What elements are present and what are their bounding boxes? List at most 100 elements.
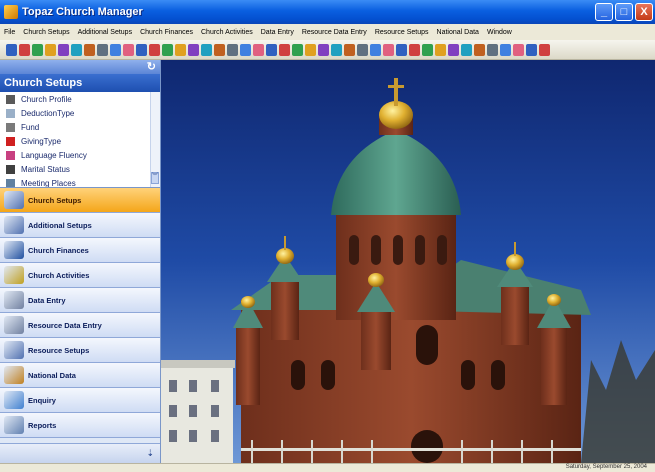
nav-button-label: Reports [28, 420, 57, 430]
toolbar [0, 40, 655, 60]
toolbar-button-icon[interactable] [370, 43, 381, 56]
national-data-icon [4, 366, 24, 384]
toolbar-button-icon[interactable] [136, 43, 147, 56]
app-icon [4, 5, 18, 19]
toolbar-button-icon[interactable] [474, 43, 485, 56]
toolbar-button-icon[interactable] [292, 43, 303, 56]
toolbar-button-icon[interactable] [513, 43, 524, 56]
nav-button-label: Enquiry [28, 395, 56, 405]
menu-item-data-entry[interactable]: Data Entry [257, 29, 298, 36]
nav-national-data-button[interactable]: National Data [0, 363, 160, 388]
setup-list-item[interactable]: DeductionType [0, 106, 160, 120]
refresh-icon[interactable]: ↻ [147, 60, 156, 73]
nav-button-label: Additional Setups [28, 220, 92, 230]
nav-church-finances-button[interactable]: Church Finances [0, 238, 160, 263]
menu-item-additional-setups[interactable]: Additional Setups [74, 29, 136, 36]
toolbar-button-icon[interactable] [240, 43, 251, 56]
setup-list-item[interactable]: Church Profile [0, 92, 160, 106]
setup-list-item[interactable]: Meeting Places [0, 176, 160, 187]
toolbar-button-icon[interactable] [461, 43, 472, 56]
toolbar-button-icon[interactable] [214, 43, 225, 56]
setup-list: Church Profile DeductionType Fund GivingTyp… [0, 92, 160, 188]
nav-panel-footer: ⇣ [0, 443, 160, 463]
toolbar-button-icon[interactable] [58, 43, 69, 56]
status-date: Saturday, September 25, 2004 [565, 464, 647, 470]
setup-list-item[interactable]: Language Fluency [0, 148, 160, 162]
minimize-button[interactable]: _ [595, 3, 613, 21]
toolbar-button-icon[interactable] [188, 43, 199, 56]
nav-panel: Church Setups Additional Setups Church Fin… [0, 188, 160, 438]
status-bar: Saturday, September 25, 2004 [0, 463, 655, 472]
toolbar-button-icon[interactable] [357, 43, 368, 56]
menu-item-resource-data-entry[interactable]: Resource Data Entry [298, 29, 371, 36]
nav-button-label: Resource Setups [28, 345, 90, 355]
nav-data-entry-button[interactable]: Data Entry [0, 288, 160, 313]
toolbar-button-icon[interactable] [487, 43, 498, 56]
setup-list-item-label: Church Profile [21, 94, 72, 104]
close-button[interactable]: X [635, 3, 653, 21]
toolbar-button-icon[interactable] [253, 43, 264, 56]
menu-item-church-setups[interactable]: Church Setups [19, 29, 73, 36]
toolbar-button-icon[interactable] [448, 43, 459, 56]
toolbar-button-icon[interactable] [344, 43, 355, 56]
maximize-button[interactable]: □ [615, 3, 633, 21]
toolbar-button-icon[interactable] [279, 43, 290, 56]
toolbar-button-icon[interactable] [409, 43, 420, 56]
nav-resource-data-entry-button[interactable]: Resource Data Entry [0, 313, 160, 338]
setup-list-scrollbar[interactable]: ︾ [150, 92, 160, 187]
menu-item-church-finances[interactable]: Church Finances [136, 29, 197, 36]
menu-item-national-data[interactable]: National Data [433, 29, 483, 36]
nav-resource-setups-button[interactable]: Resource Setups [0, 338, 160, 363]
toolbar-button-icon[interactable] [227, 43, 238, 56]
menu-item-resource-setups[interactable]: Resource Setups [371, 29, 433, 36]
setup-list-item[interactable]: GivingType [0, 134, 160, 148]
nav-button-label: Church Activities [28, 270, 90, 280]
toolbar-button-icon[interactable] [305, 43, 316, 56]
scroll-down-chevron-icon[interactable]: ︾ [151, 172, 159, 184]
nav-church-activities-button[interactable]: Church Activities [0, 263, 160, 288]
menu-item-church-activities[interactable]: Church Activities [197, 29, 257, 36]
toolbar-button-icon[interactable] [435, 43, 446, 56]
nav-button-label: Church Setups [28, 195, 82, 205]
title-bar[interactable]: Topaz Church Manager _ □ X [0, 0, 655, 24]
toolbar-button-icon[interactable] [526, 43, 537, 56]
toolbar-button-icon[interactable] [162, 43, 173, 56]
nav-enquiry-button[interactable]: Enquiry [0, 388, 160, 413]
toolbar-button-icon[interactable] [71, 43, 82, 56]
setup-list-item[interactable]: Fund [0, 120, 160, 134]
nav-expand-chevron-icon[interactable]: ⇣ [146, 448, 154, 459]
toolbar-button-icon[interactable] [6, 43, 17, 56]
toolbar-button-icon[interactable] [110, 43, 121, 56]
toolbar-button-icon[interactable] [201, 43, 212, 56]
profile-icon [6, 94, 15, 104]
menu-item-window[interactable]: Window [483, 29, 516, 36]
nav-button-label: Church Finances [28, 245, 89, 255]
toolbar-button-icon[interactable] [331, 43, 342, 56]
toolbar-button-icon[interactable] [383, 43, 394, 56]
nav-church-setups-button[interactable]: Church Setups [0, 188, 160, 213]
nav-reports-button[interactable]: Reports [0, 413, 160, 438]
toolbar-button-icon[interactable] [123, 43, 134, 56]
menu-item-file[interactable]: File [0, 29, 19, 36]
toolbar-button-icon[interactable] [19, 43, 30, 56]
toolbar-button-icon[interactable] [266, 43, 277, 56]
setup-list-item-label: Marital Status [21, 164, 70, 174]
toolbar-button-icon[interactable] [539, 43, 550, 56]
toolbar-button-icon[interactable] [500, 43, 511, 56]
toolbar-button-icon[interactable] [175, 43, 186, 56]
toolbar-button-icon[interactable] [97, 43, 108, 56]
sidebar: ↻ Church Setups Church Profile DeductionT… [0, 60, 161, 463]
nav-additional-setups-button[interactable]: Additional Setups [0, 213, 160, 238]
toolbar-button-icon[interactable] [45, 43, 56, 56]
window-controls: _ □ X [595, 3, 653, 21]
toolbar-button-icon[interactable] [149, 43, 160, 56]
app-window: Topaz Church Manager _ □ X File Church Se… [0, 0, 655, 472]
toolbar-button-icon[interactable] [396, 43, 407, 56]
additional-setups-icon [4, 216, 24, 234]
setup-list-item[interactable]: Marital Status [0, 162, 160, 176]
church-activities-icon [4, 266, 24, 284]
toolbar-button-icon[interactable] [32, 43, 43, 56]
toolbar-button-icon[interactable] [318, 43, 329, 56]
toolbar-button-icon[interactable] [422, 43, 433, 56]
toolbar-button-icon[interactable] [84, 43, 95, 56]
